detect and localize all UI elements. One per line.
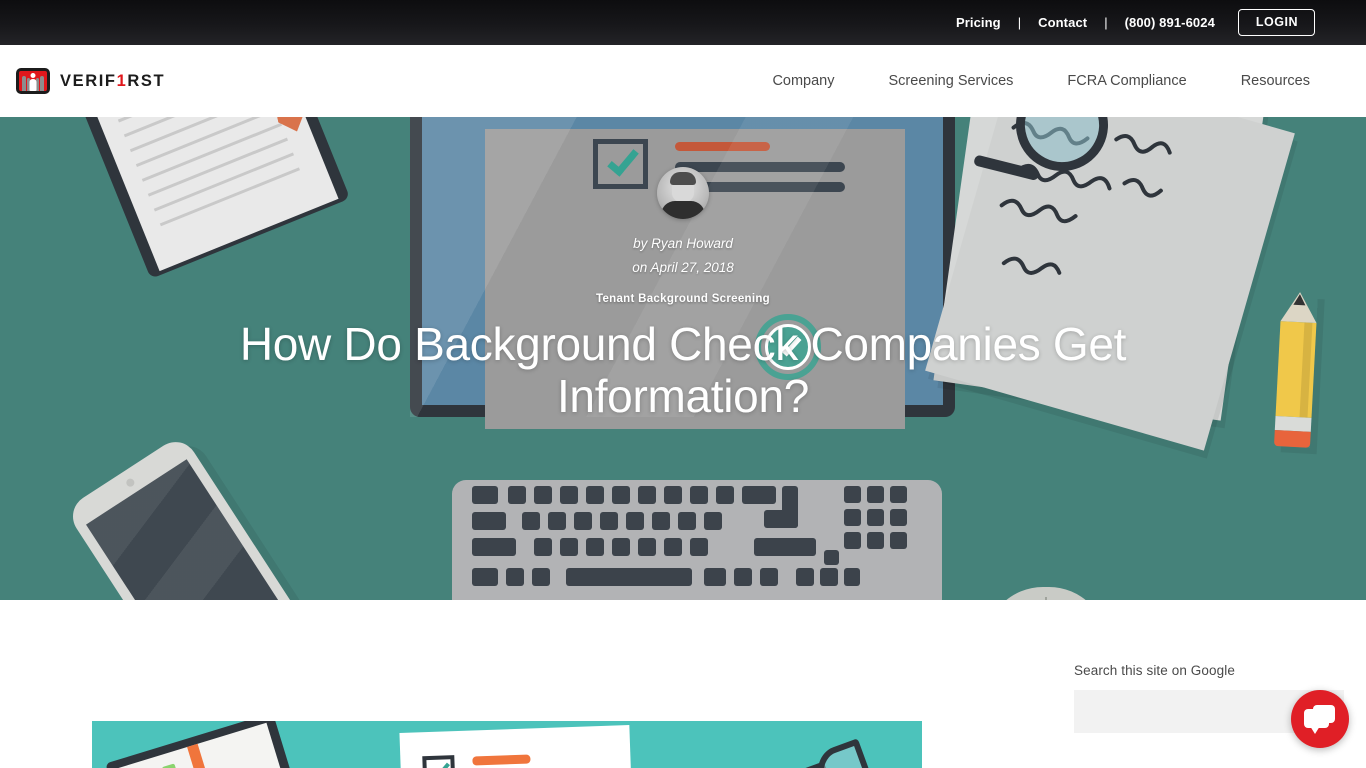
verifirst-logo-icon (16, 68, 50, 94)
notebook-illustration (105, 721, 314, 768)
phone-screen (86, 459, 285, 600)
logo-figure-left-outer (22, 76, 26, 91)
nav-item-fcra-compliance[interactable]: FCRA Compliance (1067, 73, 1186, 89)
notebook-pages (116, 722, 303, 768)
logo-figure-center (29, 73, 37, 91)
document-line-accent (675, 142, 770, 151)
hero-author-block: by Ryan Howard on April 27, 2018 Tenant … (0, 167, 1366, 305)
logo-wordmark: VERIF1RST (60, 72, 165, 91)
site-header: VERIF1RST Company Screening Services FCR… (0, 45, 1366, 117)
topbar-separator-1: | (1017, 15, 1022, 30)
article-featured-image (92, 721, 922, 768)
logo-figure-body (29, 79, 37, 91)
article-category[interactable]: Tenant Background Screening (0, 293, 1366, 305)
laptop-base-illustration (452, 480, 942, 600)
nav-item-company[interactable]: Company (772, 73, 834, 89)
page-title: How Do Background Check Companies Get In… (239, 318, 1127, 422)
eyeglasses-illustration (771, 737, 889, 768)
author-avatar (657, 167, 709, 219)
phone-camera (124, 477, 136, 489)
logo-icon-plate (19, 71, 47, 91)
primary-navigation: Company Screening Services FCRA Complian… (772, 73, 1310, 89)
notebook-spine (187, 743, 234, 768)
avatar-hair (670, 172, 696, 185)
checklist-checkbox-1 (422, 755, 456, 768)
logo-figure-right-outer (40, 76, 44, 91)
logo-word-part-2: RST (127, 71, 166, 90)
hero-banner: by Ryan Howard on April 27, 2018 Tenant … (0, 117, 1366, 600)
topbar-link-contact[interactable]: Contact (1038, 15, 1087, 30)
topbar-link-pricing[interactable]: Pricing (956, 15, 1001, 30)
search-label: Search this site on Google (1074, 663, 1235, 678)
chat-widget-button[interactable] (1291, 690, 1349, 748)
glasses-lens-right (808, 738, 881, 768)
logo-word-accent: 1 (116, 71, 128, 90)
publish-date: on April 27, 2018 (632, 260, 734, 275)
checklist-document-illustration (399, 725, 635, 768)
site-logo[interactable]: VERIF1RST (16, 68, 165, 94)
main-content: Search this site on Google (0, 600, 1366, 768)
checkmark-icon (431, 759, 450, 768)
top-utility-bar: Pricing | Contact | (800) 891-6024 LOGIN (0, 0, 1366, 45)
logo-figure-head (30, 73, 36, 78)
avatar-body (661, 201, 705, 219)
login-button[interactable]: LOGIN (1237, 9, 1315, 36)
nav-item-screening-services[interactable]: Screening Services (889, 73, 1014, 89)
nav-item-resources[interactable]: Resources (1241, 73, 1310, 89)
chat-bubble-tail-icon (1310, 726, 1320, 734)
pencil-eraser (1273, 429, 1311, 448)
smartphone-illustration (64, 433, 316, 600)
computer-mouse-illustration (985, 587, 1107, 600)
logo-word-part-1: VERIF (60, 71, 117, 90)
topbar-phone-number[interactable]: (800) 891-6024 (1125, 15, 1215, 30)
top-utility-links: Pricing | Contact | (800) 891-6024 LOGIN (956, 9, 1366, 36)
topbar-separator-2: | (1104, 15, 1108, 30)
author-name: by Ryan Howard (633, 236, 733, 251)
